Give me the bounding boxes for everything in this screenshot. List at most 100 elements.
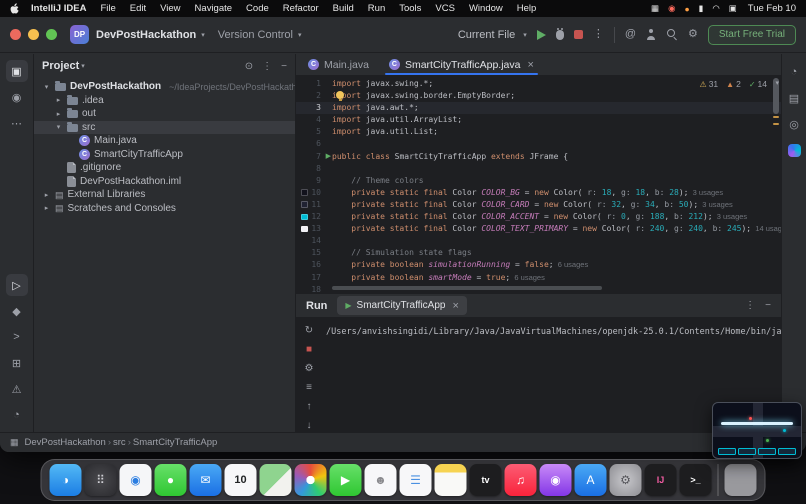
menu-file[interactable]: File	[93, 3, 122, 14]
chevron-right-icon[interactable]: ▸	[42, 191, 51, 199]
debug-tool-icon[interactable]: ◆	[6, 300, 28, 322]
chevron-right-icon[interactable]: ▸	[42, 204, 51, 212]
dock-messages[interactable]: ●	[155, 464, 187, 496]
dock-finder[interactable]: ◑	[50, 464, 82, 496]
chevron-down-icon[interactable]: ▾	[42, 83, 51, 91]
chevron-right-icon[interactable]: ▸	[54, 110, 63, 118]
close-icon[interactable]: ×	[528, 59, 534, 71]
chevron-down-icon[interactable]: ▾	[54, 123, 63, 131]
inspections-widget[interactable]: ⚠31 ▲2 ✓14	[700, 79, 767, 89]
tree-item-main-java[interactable]: Main.java	[34, 134, 295, 148]
horizontal-scrollbar[interactable]	[332, 286, 602, 290]
dock-launchpad[interactable]: ⠿	[85, 464, 117, 496]
warning-mark[interactable]	[773, 123, 779, 125]
menu-navigate[interactable]: Navigate	[188, 3, 240, 14]
code-line-12[interactable]: 12 private static final Color COLOR_ACCE…	[296, 211, 781, 223]
color-swatch[interactable]	[301, 226, 308, 233]
terminal-tool-icon[interactable]: >	[6, 326, 28, 348]
passed-count[interactable]: ✓14	[749, 79, 767, 89]
dock-appstore[interactable]: A	[575, 464, 607, 496]
project-panel-title[interactable]: Project	[42, 60, 79, 72]
tab-main-java[interactable]: Main.java	[298, 54, 379, 75]
vcs-widget[interactable]: Version Control	[218, 29, 293, 41]
warning-mark[interactable]	[773, 116, 779, 118]
code-editor[interactable]: ⚠31▲2✓14 ▾ 1import javax.swing.*;2import…	[296, 76, 781, 293]
dock-podcasts[interactable]: ◉	[540, 464, 572, 496]
dock-trash[interactable]	[725, 464, 757, 496]
menu-tools[interactable]: Tools	[392, 3, 428, 14]
commit-tool-icon[interactable]: ◉	[6, 86, 28, 108]
screen-record-icon[interactable]: ◉	[668, 3, 675, 14]
code-line-13[interactable]: 13 private static final Color COLOR_TEXT…	[296, 223, 781, 235]
run-tool-icon[interactable]: ▷	[6, 274, 28, 296]
color-swatch[interactable]	[301, 189, 308, 196]
hide-panel-icon[interactable]: −	[765, 300, 771, 311]
stop-icon[interactable]: ■	[306, 344, 312, 355]
tree-item-external-libraries[interactable]: ▸▤External Libraries	[34, 188, 295, 202]
code-with-me-button[interactable]	[646, 29, 657, 40]
tree-item-gitignore[interactable]: .gitignore	[34, 161, 295, 175]
dock-reminders[interactable]: ☰	[400, 464, 432, 496]
dock-terminal[interactable]: >_	[680, 464, 712, 496]
scroll-to-end-icon[interactable]: ↓	[307, 420, 312, 431]
problems-tool-icon[interactable]: ⚠	[6, 378, 28, 400]
app-preview-window[interactable]	[712, 402, 802, 459]
scroll-up-icon[interactable]: ↑	[307, 401, 312, 412]
services-tool-icon[interactable]: ⊞	[6, 352, 28, 374]
more-options-icon[interactable]: ⋮	[262, 61, 272, 72]
window-minimize-button[interactable]	[28, 29, 39, 40]
control-center-icon[interactable]: ▣	[729, 3, 737, 14]
window-close-button[interactable]	[10, 29, 21, 40]
menu-refactor[interactable]: Refactor	[276, 3, 326, 14]
run-configuration-selector[interactable]: Current File	[458, 29, 515, 41]
code-line-2[interactable]: 2import javax.swing.border.EmptyBorder;	[296, 90, 781, 102]
dock-music[interactable]: ♫	[505, 464, 537, 496]
stage-manager-icon[interactable]: ▦	[651, 3, 659, 14]
tree-item-out[interactable]: ▸out	[34, 107, 295, 121]
hide-panel-icon[interactable]: −	[281, 61, 287, 72]
debug-button[interactable]	[556, 30, 564, 40]
ai-assistant-icon[interactable]	[783, 139, 805, 161]
menu-code[interactable]: Code	[239, 3, 276, 14]
project-avatar[interactable]: DP	[70, 25, 89, 44]
code-line-15[interactable]: 15 // Simulation state flags	[296, 247, 781, 259]
run-button[interactable]	[537, 30, 546, 40]
error-stripe[interactable]	[771, 76, 781, 293]
run-panel-title[interactable]: Run	[306, 300, 327, 312]
code-line-16[interactable]: 16 private boolean simulationRunning = f…	[296, 259, 781, 271]
notifications-icon[interactable]: ◔	[783, 61, 805, 83]
warning-count[interactable]: ⚠31	[700, 79, 719, 89]
dock-contacts[interactable]: ☻	[365, 464, 397, 496]
camera-active-icon[interactable]: ●	[684, 4, 689, 14]
start-free-trial-button[interactable]: Start Free Trial	[708, 25, 796, 45]
dock-mail[interactable]: ✉	[190, 464, 222, 496]
dock-tv[interactable]: tv	[470, 464, 502, 496]
menu-edit[interactable]: Edit	[123, 3, 153, 14]
weak-warning-count[interactable]: ▲2	[726, 79, 741, 89]
code-line-5[interactable]: 5import java.util.List;	[296, 126, 781, 138]
notifications-tool-icon[interactable]: ◔	[6, 404, 28, 426]
close-icon[interactable]: ×	[452, 300, 458, 312]
ai-assistant-button[interactable]: @	[625, 29, 636, 40]
tree-item-scratches-and-consoles[interactable]: ▸▤Scratches and Consoles	[34, 202, 295, 216]
code-line-11[interactable]: 11 private static final Color COLOR_CARD…	[296, 199, 781, 211]
color-swatch[interactable]	[301, 214, 308, 221]
search-everywhere-button[interactable]	[667, 29, 678, 40]
project-tool-icon[interactable]: ▣	[6, 60, 28, 82]
color-swatch[interactable]	[301, 201, 308, 208]
breadcrumb-src[interactable]: src	[113, 437, 126, 448]
dock-safari[interactable]: ◉	[120, 464, 152, 496]
code-line-14[interactable]: 14	[296, 235, 781, 247]
code-line-17[interactable]: 17 private boolean smartMode = true; 6 u…	[296, 272, 781, 284]
code-line-7[interactable]: 7▶public class SmartCityTrafficApp exten…	[296, 151, 781, 163]
settings-button[interactable]: ⚙	[688, 29, 698, 40]
window-layout-icon[interactable]: ▦	[10, 437, 19, 448]
menu-build[interactable]: Build	[326, 3, 361, 14]
dock-facetime[interactable]: ▶	[330, 464, 362, 496]
more-actions-button[interactable]: ⋮	[593, 29, 604, 40]
apple-menu-icon[interactable]	[10, 3, 20, 15]
menu-intellij-idea[interactable]: IntelliJ IDEA	[24, 3, 93, 14]
more-tools-icon[interactable]: ⋯	[6, 112, 28, 134]
dock-intellij[interactable]: IJ	[645, 464, 677, 496]
tab-smartcitytrafficapp-java[interactable]: SmartCityTrafficApp.java×	[379, 54, 544, 75]
